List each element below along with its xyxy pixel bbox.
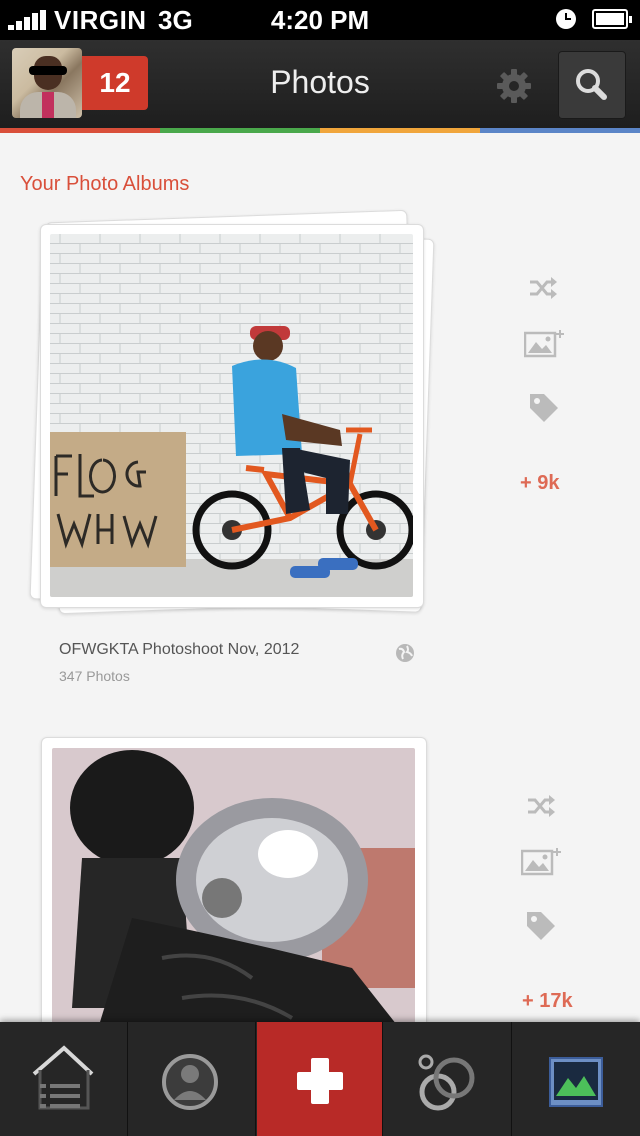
page-title: Photos bbox=[270, 64, 370, 100]
profile-icon bbox=[162, 1054, 218, 1110]
section-title: Your Photo Albums bbox=[20, 173, 190, 195]
tab-circles[interactable] bbox=[384, 1022, 512, 1136]
tab-home[interactable] bbox=[0, 1022, 128, 1136]
status-bar: VIRGIN 3G 4:20 PM bbox=[0, 0, 640, 40]
nav-bar: 12 Photos bbox=[0, 40, 640, 128]
album-photo-count: 347 Photos bbox=[59, 668, 130, 684]
likes-count: + 9k bbox=[520, 472, 560, 494]
search-button[interactable] bbox=[558, 51, 626, 119]
gear-icon[interactable] bbox=[496, 68, 532, 104]
tag-icon[interactable] bbox=[525, 910, 557, 942]
color-strip bbox=[0, 128, 640, 133]
shuffle-icon[interactable] bbox=[528, 276, 558, 300]
tab-profile[interactable] bbox=[128, 1022, 256, 1136]
add-icon bbox=[297, 1058, 343, 1104]
home-feed-icon bbox=[32, 1045, 94, 1110]
battery-icon bbox=[592, 9, 632, 29]
tag-icon[interactable] bbox=[528, 392, 560, 424]
tab-photos[interactable] bbox=[512, 1022, 640, 1136]
alarm-icon bbox=[556, 9, 576, 29]
album-title[interactable]: OFWGKTA Photoshoot Nov, 2012 bbox=[59, 641, 299, 659]
status-time: 4:20 PM bbox=[270, 5, 370, 35]
globe-icon bbox=[396, 644, 414, 662]
add-photo-icon[interactable] bbox=[521, 846, 565, 876]
circles-icon bbox=[418, 1054, 475, 1111]
add-photo-icon[interactable] bbox=[524, 328, 568, 358]
shuffle-icon[interactable] bbox=[526, 794, 556, 818]
search-icon bbox=[576, 69, 607, 100]
album-cover-photo[interactable] bbox=[52, 748, 415, 1048]
tab-bar bbox=[0, 1022, 640, 1136]
likes-count: + 17k bbox=[522, 990, 573, 1012]
album-cover-photo[interactable] bbox=[50, 234, 413, 597]
tab-add[interactable] bbox=[257, 1022, 383, 1136]
photos-icon bbox=[549, 1057, 603, 1107]
